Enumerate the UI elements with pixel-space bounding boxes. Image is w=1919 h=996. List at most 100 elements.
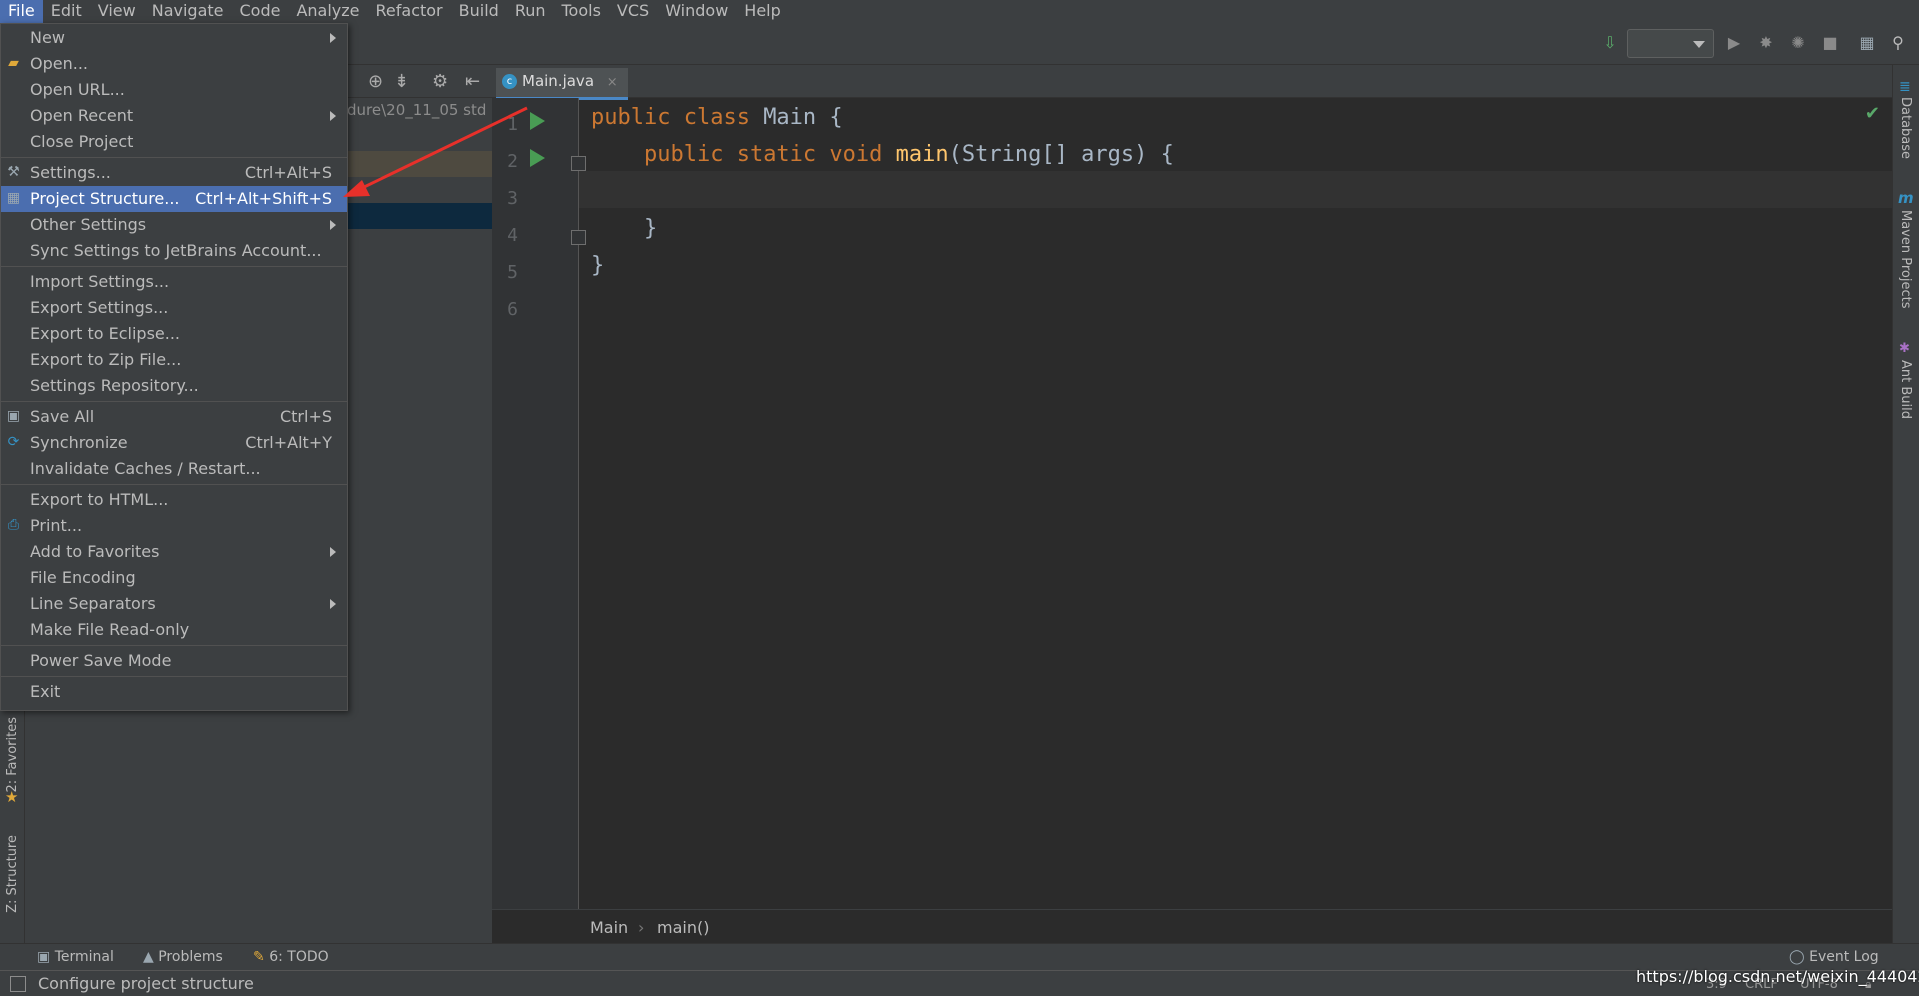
terminal-tool-button[interactable]: ▣ Terminal (37, 949, 114, 965)
coverage-icon[interactable]: ✺ (1788, 33, 1808, 53)
menu-item-label: Sync Settings to JetBrains Account... (30, 241, 322, 260)
menu-item-invalidate-caches[interactable]: Invalidate Caches / Restart... (1, 456, 347, 482)
menu-item-print[interactable]: ⎙ Print... (1, 513, 347, 539)
breadcrumb-class[interactable]: Main (590, 918, 628, 937)
menu-build[interactable]: Build (451, 0, 507, 23)
menu-item-open-url[interactable]: Open URL... (1, 77, 347, 103)
line-number: 2 (507, 151, 518, 172)
project-structure-toolbar-icon[interactable]: ▦ (1857, 33, 1877, 53)
debug-icon[interactable]: ✸ (1756, 33, 1776, 53)
close-icon[interactable]: × (607, 75, 618, 90)
fold-marker-icon[interactable] (571, 230, 586, 245)
code-line-1[interactable]: public class Main { (591, 105, 843, 130)
menu-item-settings-repository[interactable]: Settings Repository... (1, 373, 347, 399)
tool-windows-toggle-icon[interactable] (10, 976, 26, 992)
menu-item-label: Save All (30, 407, 95, 426)
menu-item-close-project[interactable]: Close Project (1, 129, 347, 155)
run-gutter-icon[interactable] (530, 112, 545, 130)
menu-item-export-settings[interactable]: Export Settings... (1, 295, 347, 321)
maven-projects-tool-button[interactable]: Maven Projects (1898, 210, 1913, 309)
breadcrumb: Main › main() (492, 909, 1892, 944)
collapse-all-icon[interactable]: ⇟ (394, 71, 409, 92)
menu-item-label: Close Project (30, 132, 134, 151)
structure-tool-button[interactable]: Z: Structure (5, 835, 20, 913)
code-line-4[interactable]: } (591, 216, 657, 241)
menu-analyze[interactable]: Analyze (288, 0, 367, 23)
menu-item-read-only[interactable]: Make File Read-only (1, 617, 347, 643)
line-number: 1 (507, 114, 518, 135)
menu-item-label: Open Recent (30, 106, 134, 125)
project-structure-icon: ▦ (6, 190, 21, 206)
terminal-label: Terminal (54, 949, 114, 965)
ant-build-tool-button[interactable]: Ant Build (1898, 360, 1913, 419)
menu-item-open[interactable]: ▰ Open... (1, 51, 347, 77)
menu-window[interactable]: Window (657, 0, 736, 23)
tab-main-java[interactable]: c Main.java × (496, 68, 628, 100)
menu-item-export-eclipse[interactable]: Export to Eclipse... (1, 321, 347, 347)
warning-icon: ▲ (143, 949, 154, 965)
line-number: 5 (507, 262, 518, 283)
menu-item-label: Add to Favorites (30, 542, 160, 561)
event-log-button[interactable]: ◯ Event Log (1789, 949, 1879, 965)
menu-item-export-zip[interactable]: Export to Zip File... (1, 347, 347, 373)
menu-item-project-structure[interactable]: ▦ Project Structure... Ctrl+Alt+Shift+S (1, 186, 347, 212)
menu-item-label: Open URL... (30, 80, 125, 99)
menu-item-settings[interactable]: ⚒ Settings... Ctrl+Alt+S (1, 160, 347, 186)
line-number: 4 (507, 225, 518, 246)
build-icon[interactable]: ⇩ (1600, 33, 1620, 53)
menu-navigate[interactable]: Navigate (144, 0, 232, 23)
menu-item-export-html[interactable]: Export to HTML... (1, 487, 347, 513)
menu-item-line-separators[interactable]: Line Separators (1, 591, 347, 617)
menu-item-save-all[interactable]: ▣ Save All Ctrl+S (1, 404, 347, 430)
search-icon[interactable]: ⚲ (1888, 33, 1908, 53)
stop-icon[interactable]: ■ (1820, 33, 1840, 53)
terminal-icon: ▣ (37, 949, 51, 965)
run-gutter-icon[interactable] (530, 149, 545, 167)
menu-vcs[interactable]: VCS (609, 0, 657, 23)
run-icon[interactable]: ▶ (1724, 33, 1744, 53)
gear-icon[interactable]: ⚙ (432, 71, 448, 92)
menu-refactor[interactable]: Refactor (368, 0, 451, 23)
todo-tool-button[interactable]: ✎ 6: TODO (253, 949, 329, 965)
menu-item-open-recent[interactable]: Open Recent (1, 103, 347, 129)
menu-run[interactable]: Run (507, 0, 554, 23)
tree-row-selected[interactable] (345, 203, 492, 229)
star-icon: ★ (5, 788, 19, 806)
project-tree-path[interactable]: dure\20_11_05 std (347, 101, 486, 119)
run-configuration-select[interactable] (1627, 29, 1714, 58)
code-line-5[interactable]: } (591, 253, 604, 278)
menu-item-synchronize[interactable]: ⟳ Synchronize Ctrl+Alt+Y (1, 430, 347, 456)
menu-view[interactable]: View (90, 0, 144, 23)
menu-item-sync-settings[interactable]: Sync Settings to JetBrains Account... (1, 238, 347, 264)
menu-item-add-favorites[interactable]: Add to Favorites (1, 539, 347, 565)
menu-item-exit[interactable]: Exit (1, 679, 347, 705)
menu-file[interactable]: File (0, 0, 43, 23)
maven-icon: m (1898, 189, 1914, 207)
menu-item-file-encoding[interactable]: File Encoding (1, 565, 347, 591)
locate-icon[interactable]: ⊕ (368, 71, 383, 92)
menu-tools[interactable]: Tools (554, 0, 609, 23)
menu-item-label: Export to Zip File... (30, 350, 182, 369)
fold-marker-icon[interactable] (571, 156, 586, 171)
menu-item-power-save[interactable]: Power Save Mode (1, 648, 347, 674)
hide-panel-icon[interactable]: ⇤ (465, 71, 480, 92)
menu-edit[interactable]: Edit (43, 0, 90, 23)
menu-code[interactable]: Code (232, 0, 289, 23)
menu-item-label: File Encoding (30, 568, 136, 587)
favorites-tool-button[interactable]: 2: Favorites (5, 717, 20, 793)
problems-tool-button[interactable]: ▲ Problems (143, 949, 223, 965)
database-tool-button[interactable]: Database (1898, 97, 1913, 159)
wrench-icon: ⚒ (7, 164, 20, 180)
status-message: Configure project structure (38, 974, 254, 993)
menu-item-other-settings[interactable]: Other Settings (1, 212, 347, 238)
menu-item-new[interactable]: New (1, 25, 347, 51)
menu-help[interactable]: Help (736, 0, 788, 23)
breadcrumb-method[interactable]: main() (657, 918, 709, 937)
menu-item-label: Line Separators (30, 594, 156, 613)
tree-row[interactable] (345, 151, 492, 177)
menu-item-import-settings[interactable]: Import Settings... (1, 269, 347, 295)
code-line-2[interactable]: public static void main(String[] args) { (591, 142, 1174, 167)
file-menu-dropdown: New ▰ Open... Open URL... Open Recent Clo… (0, 23, 348, 711)
menu-separator (1, 266, 347, 267)
watermark: https://blog.csdn.net/weixin_44404255 (1636, 967, 1919, 986)
